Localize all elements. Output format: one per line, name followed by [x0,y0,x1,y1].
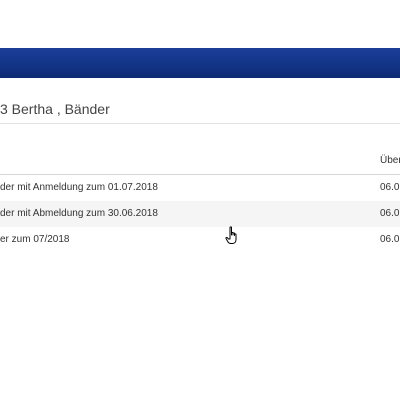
page-title: 3 Bertha , Bänder [0,101,110,117]
row-name[interactable]: er zum 07/2018 [0,234,70,245]
column-header-uber[interactable]: Über [380,155,400,166]
row-date: 06.07 [380,234,400,245]
app-header-bar [0,48,400,78]
document-list: der mit Anmeldung zum 01.07.2018 06.07 d… [0,175,400,253]
table-row[interactable]: der mit Abmeldung zum 30.06.2018 06.07 [0,201,400,227]
row-name[interactable]: der mit Abmeldung zum 30.06.2018 [0,208,158,219]
row-date: 06.07 [380,182,400,193]
table-row[interactable]: er zum 07/2018 06.07 [0,227,400,253]
hand-pointer-icon [225,226,241,246]
table-row[interactable]: der mit Anmeldung zum 01.07.2018 06.07 [0,175,400,201]
title-divider [0,123,400,124]
row-name[interactable]: der mit Anmeldung zum 01.07.2018 [0,182,158,193]
row-date: 06.07 [380,208,400,219]
